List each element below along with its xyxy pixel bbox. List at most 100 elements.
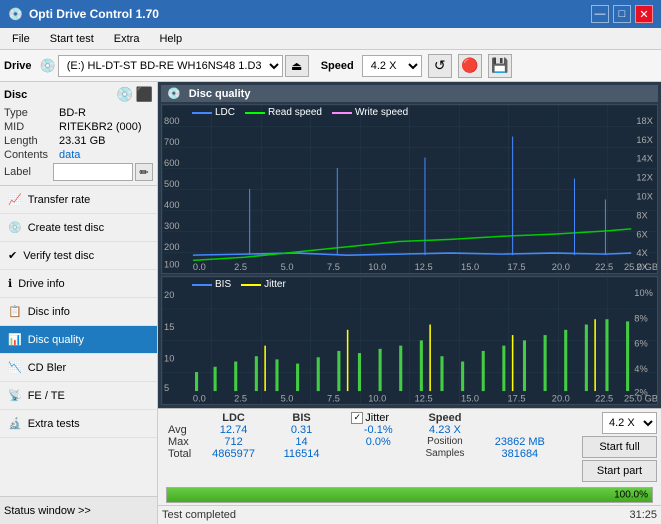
- drive-info-icon: ℹ: [8, 277, 12, 290]
- ldc-legend-color: [192, 112, 212, 114]
- jitter-checkbox[interactable]: ✓: [351, 412, 363, 424]
- minimize-button[interactable]: —: [591, 5, 609, 23]
- progress-container-wrapper: 100.0%: [158, 485, 661, 505]
- svg-text:500: 500: [164, 179, 179, 189]
- svg-text:7.5: 7.5: [327, 262, 340, 272]
- svg-text:10.0: 10.0: [368, 393, 386, 404]
- eject-button[interactable]: ⏏: [285, 55, 309, 77]
- jitter-header-label: Jitter: [365, 412, 389, 424]
- status-window[interactable]: Status window >>: [0, 496, 157, 524]
- chart-area: 💿 Disc quality LDC Read speed: [158, 82, 661, 408]
- max-label: Max: [162, 436, 197, 448]
- refresh-button[interactable]: ↺: [428, 54, 452, 78]
- sidebar-item-disc-quality[interactable]: 📊 Disc quality: [0, 326, 157, 354]
- create-test-disc-icon: 💿: [8, 221, 22, 234]
- ldc-legend-label: LDC: [215, 107, 235, 118]
- drive-icon: 💿: [40, 58, 56, 74]
- disc-length-row: Length 23.31 GB: [4, 135, 153, 147]
- svg-text:15.0: 15.0: [461, 393, 479, 404]
- cd-bler-icon: 📉: [8, 361, 22, 374]
- mid-label: MID: [4, 121, 59, 133]
- menu-extra[interactable]: Extra: [106, 31, 148, 47]
- max-ldc: 712: [197, 436, 270, 448]
- speed-select[interactable]: 4.2 X: [362, 55, 422, 77]
- save-button[interactable]: 💾: [488, 54, 512, 78]
- chart-title: Disc quality: [189, 88, 251, 100]
- sidebar-item-create-test-disc[interactable]: 💿 Create test disc: [0, 214, 157, 242]
- top-chart: LDC Read speed Write speed: [161, 104, 658, 274]
- contents-value: data: [59, 149, 80, 161]
- stats-content: LDC BIS ✓ Jitter Speed: [162, 412, 657, 482]
- stats-total-row: Total 4865977 116514 Samples 381684: [162, 448, 561, 460]
- disc-icon-area: 💿 ⬛: [116, 86, 153, 103]
- svg-text:5.0: 5.0: [281, 393, 294, 404]
- avg-jitter: -0.1%: [345, 424, 411, 436]
- svg-text:600: 600: [164, 158, 179, 168]
- jitter-legend: Jitter: [241, 279, 286, 290]
- svg-text:7.5: 7.5: [327, 393, 340, 404]
- menu-help[interactable]: Help: [151, 31, 190, 47]
- stats-table: LDC BIS ✓ Jitter Speed: [162, 412, 561, 460]
- sidebar-item-extra-tests[interactable]: 🔬 Extra tests: [0, 410, 157, 438]
- maximize-button[interactable]: □: [613, 5, 631, 23]
- stats-speed-select[interactable]: 4.2 X: [602, 412, 657, 434]
- menubar: File Start test Extra Help: [0, 28, 661, 50]
- ldc-legend: LDC: [192, 107, 235, 118]
- stats-max-row: Max 712 14 0.0% Position 23862 MB: [162, 436, 561, 448]
- menu-start-test[interactable]: Start test: [42, 31, 102, 47]
- start-part-button[interactable]: Start part: [582, 460, 657, 482]
- close-button[interactable]: ✕: [635, 5, 653, 23]
- disc-eject-icon[interactable]: 💿: [116, 86, 133, 103]
- nav-items: 📈 Transfer rate 💿 Create test disc ✔ Ver…: [0, 186, 157, 496]
- avg-speed: 4.23 X: [411, 424, 478, 436]
- label-input[interactable]: [53, 163, 133, 181]
- total-bis: 116514: [270, 448, 333, 460]
- svg-text:15.0: 15.0: [461, 262, 479, 272]
- write-legend: Write speed: [332, 107, 408, 118]
- disc-scan-icon[interactable]: ⬛: [136, 86, 153, 103]
- disc-quality-icon: 📊: [8, 333, 22, 346]
- record-button[interactable]: 🔴: [458, 54, 482, 78]
- length-value: 23.31 GB: [59, 135, 105, 147]
- svg-text:20.0: 20.0: [552, 262, 570, 272]
- stats-panel: LDC BIS ✓ Jitter Speed: [158, 408, 661, 485]
- read-legend: Read speed: [245, 107, 322, 118]
- type-value: BD-R: [59, 107, 86, 119]
- ldc-header: LDC: [197, 412, 270, 424]
- bis-legend: BIS: [192, 279, 231, 290]
- start-full-button[interactable]: Start full: [582, 436, 657, 458]
- sidebar-item-fe-te[interactable]: 📡 FE / TE: [0, 382, 157, 410]
- total-label: Total: [162, 448, 197, 460]
- sidebar-item-disc-info[interactable]: 📋 Disc info: [0, 298, 157, 326]
- status-window-label: Status window >>: [4, 505, 91, 517]
- avg-bis: 0.31: [270, 424, 333, 436]
- extra-tests-icon: 🔬: [8, 417, 22, 430]
- disc-panel: Disc 💿 ⬛ Type BD-R MID RITEKBR2 (000) Le…: [0, 82, 157, 186]
- top-chart-svg: 800 700 600 500 400 300 200 100 18X 16X …: [162, 105, 657, 273]
- disc-header: Disc 💿 ⬛: [4, 86, 153, 103]
- svg-text:8%: 8%: [634, 312, 647, 323]
- svg-text:4X: 4X: [636, 248, 648, 258]
- sidebar-item-drive-info[interactable]: ℹ Drive info: [0, 270, 157, 298]
- bis-legend-label: BIS: [215, 279, 231, 290]
- label-edit-button[interactable]: ✏: [135, 163, 153, 181]
- sidebar-item-transfer-rate[interactable]: 📈 Transfer rate: [0, 186, 157, 214]
- menu-file[interactable]: File: [4, 31, 38, 47]
- svg-text:200: 200: [164, 242, 179, 252]
- verify-test-disc-icon: ✔: [8, 249, 17, 262]
- read-legend-color: [245, 112, 265, 114]
- svg-text:10X: 10X: [636, 191, 653, 201]
- speed-header: Speed: [411, 412, 478, 424]
- app-icon: 💿: [8, 7, 23, 21]
- sidebar-item-verify-test-disc[interactable]: ✔ Verify test disc: [0, 242, 157, 270]
- write-legend-label: Write speed: [355, 107, 408, 118]
- avg-ldc: 12.74: [197, 424, 270, 436]
- max-jitter: 0.0%: [345, 436, 411, 448]
- svg-text:100: 100: [164, 260, 179, 270]
- sidebar-item-cd-bler[interactable]: 📉 CD Bler: [0, 354, 157, 382]
- sidebar: Disc 💿 ⬛ Type BD-R MID RITEKBR2 (000) Le…: [0, 82, 158, 524]
- transfer-rate-icon: 📈: [8, 193, 22, 206]
- stats-controls: 4.2 X Start full Start part: [567, 412, 657, 482]
- svg-text:12.5: 12.5: [415, 393, 433, 404]
- drive-select[interactable]: (E:) HL-DT-ST BD-RE WH16NS48 1.D3: [58, 55, 283, 77]
